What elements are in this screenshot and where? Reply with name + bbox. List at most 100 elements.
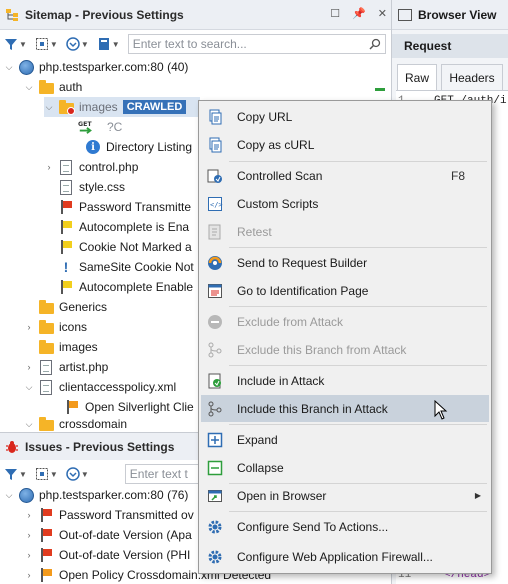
tree-item-label: Out-of-date Version (PHI (59, 548, 191, 562)
tab-headers[interactable]: Headers (441, 64, 503, 90)
folder-blocked-icon (58, 99, 75, 115)
tree-item-issue[interactable]: ! SameSite Cookie Not (58, 257, 194, 277)
file-icon (38, 359, 54, 375)
tree-item-control-php[interactable]: › control.php (44, 157, 138, 177)
expand-all-button[interactable]: ▼ (64, 34, 91, 54)
tree-item-auth[interactable]: ⌵ auth (24, 77, 82, 97)
orange-flag-icon (38, 567, 54, 583)
sitemap-search-input[interactable]: Enter text to search... (127, 34, 386, 54)
identification-page-icon (205, 281, 225, 301)
panel-icon (98, 38, 109, 50)
red-flag-icon (38, 527, 54, 543)
folder-icon (38, 319, 54, 335)
tree-item-label: Password Transmitted ov (59, 508, 194, 522)
tree-item-issue[interactable]: › Password Transmitted ov (24, 505, 194, 525)
menu-item-send-to-request-builder[interactable]: Send to Request Builder (201, 249, 489, 276)
gear-icon (205, 517, 225, 537)
tree-item-icons[interactable]: › icons (24, 317, 87, 337)
tree-item-artist-php[interactable]: › artist.php (24, 357, 108, 377)
menu-item-custom-scripts[interactable]: </> Custom Scripts (201, 190, 489, 217)
tree-item-issue[interactable]: Cookie Not Marked a (58, 237, 192, 257)
tree-item-style-css[interactable]: style.css (58, 177, 125, 197)
tree-item-clientaccesspolicy[interactable]: ⌵ clientaccesspolicy.xml (24, 377, 176, 397)
expand-arrow-icon[interactable]: › (24, 570, 34, 580)
tree-item-generics[interactable]: Generics (38, 297, 107, 317)
tree-item-crossdomain[interactable]: ⌵ crossdomain (24, 416, 127, 432)
collapse-arrow-icon[interactable]: ⌵ (24, 82, 34, 93)
file-icon (58, 179, 74, 195)
sitemap-panel-title: Sitemap - Previous Settings (25, 7, 184, 22)
collapse-arrow-icon[interactable]: ⌵ (44, 102, 54, 113)
expand-arrow-icon[interactable]: › (44, 162, 54, 172)
tree-item-label: Password Transmitte (79, 200, 192, 214)
menu-separator (229, 511, 487, 512)
expand-all-button[interactable]: ▼ (64, 464, 91, 484)
collapse-arrow-icon[interactable]: ⌵ (4, 62, 14, 73)
tree-item-directory-listing[interactable]: i Directory Listing (85, 137, 192, 157)
sitemap-scrollbar-marker[interactable] (375, 88, 385, 91)
tree-item-host[interactable]: ⌵ php.testsparker.com:80 (76) (4, 485, 188, 505)
search-placeholder: Enter text t (129, 467, 188, 481)
menu-item-copy-as-curl[interactable]: Copy as cURL (201, 131, 489, 158)
retest-icon (205, 222, 225, 242)
menu-separator (229, 424, 487, 425)
menu-item-label: Send to Request Builder (237, 255, 368, 270)
yellow-flag-icon (58, 279, 74, 295)
menu-item-label: Go to Identification Page (237, 283, 369, 298)
menu-item-expand[interactable]: Expand (201, 426, 489, 453)
expand-arrow-icon[interactable]: › (24, 530, 34, 540)
pin-icon[interactable]: 📌 (352, 7, 366, 20)
tree-item-host[interactable]: ⌵ php.testsparker.com:80 (40) (4, 57, 188, 77)
tree-item-get-request[interactable]: GET ?C (78, 117, 122, 137)
info-icon: i (85, 139, 101, 155)
collapse-arrow-icon[interactable]: ⌵ (24, 419, 34, 430)
collapse-arrow-icon[interactable]: ⌵ (4, 490, 14, 501)
tree-item-images-selected[interactable]: ⌵ images CRAWLED (44, 97, 200, 117)
tree-item-issue[interactable]: › Out-of-date Version (Apa (24, 525, 192, 545)
expand-arrow-icon[interactable]: › (24, 362, 34, 372)
tab-raw[interactable]: Raw (397, 64, 437, 90)
search-icon[interactable] (369, 38, 381, 50)
expand-arrow-icon[interactable]: › (24, 550, 34, 560)
tree-item-images[interactable]: images (38, 337, 98, 357)
tree-item-issue[interactable]: Autocomplete Enable (58, 277, 193, 297)
menu-item-go-to-identification-page[interactable]: Go to Identification Page (201, 277, 489, 304)
context-menu: Copy URL Copy as cURL Controlled Scan F8… (198, 100, 492, 574)
request-label: Request (404, 39, 452, 53)
menu-item-retest[interactable]: Retest (201, 218, 489, 245)
red-flag-icon (38, 547, 54, 563)
menu-item-exclude-branch-from-attack[interactable]: Exclude this Branch from Attack (201, 336, 489, 363)
include-icon (205, 371, 225, 391)
copy-icon (205, 135, 225, 155)
issues-panel-title: Issues - Previous Settings (25, 440, 175, 454)
filter-button[interactable]: ▼ (2, 464, 29, 484)
menu-item-configure-send-to-actions[interactable]: Configure Send To Actions... (201, 513, 489, 540)
tree-item-issue[interactable]: Open Silverlight Clie (64, 397, 194, 417)
collapse-arrow-icon[interactable]: ⌵ (24, 382, 34, 393)
select-view-button[interactable]: ▼ (33, 464, 60, 484)
menu-item-open-in-browser[interactable]: Open in Browser ▶ (201, 482, 489, 509)
menu-item-collapse[interactable]: Collapse (201, 454, 489, 481)
maximize-icon[interactable]: ☐ (330, 7, 340, 20)
tree-item-issue[interactable]: Password Transmitte (58, 197, 191, 217)
gear-icon (205, 547, 225, 567)
tab-raw-label: Raw (404, 71, 429, 85)
tab-headers-label: Headers (449, 71, 495, 85)
panel-view-button[interactable]: ▼ (95, 34, 122, 54)
select-view-button[interactable]: ▼ (33, 34, 60, 54)
menu-item-exclude-from-attack[interactable]: Exclude from Attack (201, 308, 489, 335)
tree-item-issue[interactable]: Autocomplete is Ena (58, 217, 189, 237)
menu-item-include-in-attack[interactable]: Include in Attack (201, 367, 489, 394)
tree-item-label: style.css (79, 180, 126, 194)
menu-item-controlled-scan[interactable]: Controlled Scan F8 (201, 162, 489, 189)
tree-item-issue[interactable]: › Out-of-date Version (PHI (24, 545, 190, 565)
issues-search-input[interactable]: Enter text t (124, 464, 205, 484)
menu-item-copy-url[interactable]: Copy URL (201, 103, 489, 130)
close-icon[interactable]: ✕ (378, 7, 387, 20)
filter-button[interactable]: ▼ (2, 34, 29, 54)
menu-item-configure-waf[interactable]: Configure Web Application Firewall... (201, 543, 489, 570)
browser-view-header: Browser View (392, 0, 508, 30)
expand-arrow-icon[interactable]: › (24, 322, 34, 332)
expand-arrow-icon[interactable]: › (24, 510, 34, 520)
menu-item-label: Configure Send To Actions... (237, 519, 389, 534)
